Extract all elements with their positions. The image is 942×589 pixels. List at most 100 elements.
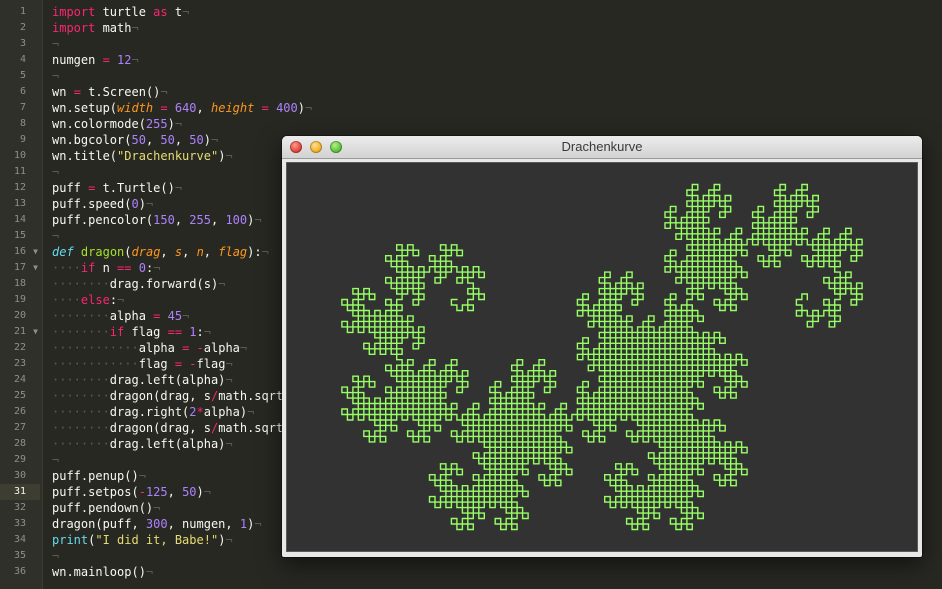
code-token: 125 xyxy=(145,485,168,499)
line-number: 3 xyxy=(0,36,40,52)
code-line: ¬ xyxy=(52,36,59,52)
line-number-label: 20 xyxy=(13,310,26,321)
code-token: ········ xyxy=(52,277,110,291)
line-number-label: 33 xyxy=(13,518,26,529)
code-token: 1 xyxy=(239,517,248,531)
code-token: wn.colormode( xyxy=(52,117,146,131)
code-line: ············flag = -flag¬ xyxy=(52,356,233,372)
end-of-line-marker: ¬ xyxy=(210,133,219,147)
code-token: numgen xyxy=(52,53,103,67)
turtle-canvas[interactable] xyxy=(286,162,918,552)
code-token: ) xyxy=(138,197,146,211)
code-token: ········ xyxy=(52,421,110,435)
code-token: 1 xyxy=(189,325,197,339)
code-line: wn.setup(width = 640, height = 400)¬ xyxy=(52,100,312,116)
line-number: 13 xyxy=(0,196,40,212)
code-token: - xyxy=(189,357,197,371)
code-token: drag xyxy=(131,245,161,259)
code-line: import turtle as t¬ xyxy=(52,4,189,20)
code-token: height xyxy=(211,101,255,115)
line-number: 23 xyxy=(0,356,40,372)
code-token: 255 xyxy=(189,213,211,227)
fold-icon[interactable]: ▼ xyxy=(33,260,38,276)
code-token: ): xyxy=(247,245,262,259)
code-line: ············alpha = -alpha¬ xyxy=(52,340,247,356)
code-token: == xyxy=(117,261,132,275)
end-of-line-marker: ¬ xyxy=(145,197,154,211)
code-token: puff.penup() xyxy=(52,469,139,483)
code-token: t xyxy=(167,5,183,19)
line-number-label: 2 xyxy=(19,22,26,33)
line-number-label: 21 xyxy=(13,326,26,337)
code-token: ········ xyxy=(52,389,110,403)
turtle-window[interactable]: Drachenkurve xyxy=(282,136,922,557)
window-title: Drachenkurve xyxy=(561,139,643,154)
code-token: puff.pencolor( xyxy=(52,213,154,227)
code-line: ········if flag == 1:¬ xyxy=(52,324,211,340)
line-number: 12 xyxy=(0,180,40,196)
end-of-line-marker: ¬ xyxy=(117,293,125,307)
code-line: wn.colormode(255)¬ xyxy=(52,116,182,132)
code-token: wn xyxy=(52,85,74,99)
code-token: , numgen, xyxy=(167,517,240,531)
end-of-line-marker: ¬ xyxy=(153,501,161,515)
code-token: "I did it, Babe!" xyxy=(95,533,219,547)
code-token: 100 xyxy=(225,213,248,227)
code-token: n xyxy=(95,261,118,275)
line-number-label: 31 xyxy=(13,486,26,497)
code-line: numgen = 12¬ xyxy=(52,52,139,68)
code-token: math.sqrt xyxy=(218,421,284,435)
line-number-label: 12 xyxy=(13,182,26,193)
window-titlebar[interactable]: Drachenkurve xyxy=(282,136,922,159)
code-token: 12 xyxy=(117,53,132,67)
line-number: 4 xyxy=(0,52,40,68)
line-number-label: 22 xyxy=(13,342,26,353)
code-line: ········drag.left(alpha)¬ xyxy=(52,372,233,388)
code-line: puff.speed(0)¬ xyxy=(52,196,153,212)
line-number-label: 6 xyxy=(19,86,26,97)
code-line: wn.mainloop()¬ xyxy=(52,564,153,580)
code-line: dragon(puff, 300, numgen, 1)¬ xyxy=(52,516,262,532)
code-token: "Drachenkurve" xyxy=(117,149,219,163)
code-token: 2 xyxy=(189,405,197,419)
line-number-label: 16 xyxy=(13,246,26,257)
fold-icon[interactable]: ▼ xyxy=(33,244,38,260)
code-token: 0 xyxy=(131,197,139,211)
line-number-label: 18 xyxy=(13,278,26,289)
code-token: puff.speed( xyxy=(52,197,132,211)
code-line: ········dragon(drag, s/math.sqrt¬ xyxy=(52,420,290,436)
code-line: wn.title("Drachenkurve")¬ xyxy=(52,148,233,164)
end-of-line-marker: ¬ xyxy=(203,325,211,339)
fold-icon[interactable]: ▼ xyxy=(33,324,38,340)
code-token: 400 xyxy=(276,101,298,115)
end-of-line-marker: ¬ xyxy=(174,181,183,195)
end-of-line-marker: ¬ xyxy=(174,117,183,131)
code-token: = xyxy=(174,357,183,371)
end-of-line-marker: ¬ xyxy=(225,149,233,163)
end-of-line-marker: ¬ xyxy=(52,37,60,51)
code-token: 640 xyxy=(174,101,197,115)
code-token: , xyxy=(145,133,161,147)
code-token: flag xyxy=(138,357,175,371)
code-token: puff xyxy=(52,181,89,195)
code-token: , xyxy=(167,485,183,499)
code-token: * xyxy=(196,405,204,419)
code-token: alpha xyxy=(203,341,240,355)
code-line: ········drag.forward(s)¬ xyxy=(52,276,225,292)
line-number-label: 28 xyxy=(13,438,26,449)
end-of-line-marker: ¬ xyxy=(52,229,60,243)
end-of-line-marker: ¬ xyxy=(254,213,262,227)
code-token: math.sqrt xyxy=(218,389,284,403)
end-of-line-marker: ¬ xyxy=(182,309,190,323)
line-number-label: 25 xyxy=(13,390,26,401)
code-token: puff.setpos( xyxy=(52,485,139,499)
code-token: 0 xyxy=(138,261,146,275)
code-line: wn = t.Screen()¬ xyxy=(52,84,168,100)
code-token: = xyxy=(102,53,110,67)
code-token: drag.right( xyxy=(109,405,190,419)
line-number: 21 ▼ xyxy=(0,324,40,340)
code-line: puff.pencolor(150, 255, 100)¬ xyxy=(52,212,262,228)
end-of-line-marker: ¬ xyxy=(153,261,161,275)
code-token: ) xyxy=(196,485,204,499)
